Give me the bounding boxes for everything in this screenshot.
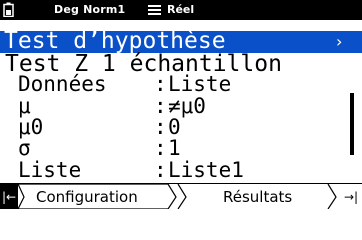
menu-title-selected[interactable]: Test d’hypothèse ›: [0, 28, 362, 54]
function-key-bar: |← Configuration Résultats →|: [0, 183, 362, 209]
tab-resultats[interactable]: Résultats: [176, 184, 337, 209]
scrollbar[interactable]: [350, 93, 354, 155]
param-value[interactable]: ≠μ0: [168, 95, 206, 117]
param-label: Liste: [18, 158, 82, 182]
param-label: Données: [18, 72, 107, 96]
menu-title: Test d’hypothèse: [4, 28, 226, 54]
param-row-mu[interactable]: μ : ≠μ0: [0, 95, 362, 117]
complex-mode: Réel: [167, 3, 195, 16]
fraction-format-icon: [148, 5, 161, 15]
battery-icon: [3, 2, 14, 17]
param-colon: :: [154, 136, 167, 160]
param-colon: :: [154, 158, 167, 182]
param-label: μ0: [18, 115, 44, 139]
param-value[interactable]: 0: [168, 116, 181, 138]
param-row-sigma[interactable]: σ : 1: [0, 137, 362, 159]
nav-last-icon[interactable]: →|: [340, 184, 362, 209]
param-label: σ: [18, 136, 31, 160]
param-row-mu0[interactable]: μ0 : 0: [0, 116, 362, 138]
param-row-liste[interactable]: Liste : Liste1: [0, 159, 362, 181]
param-value[interactable]: 1: [168, 137, 181, 159]
tab-configuration-label: Configuration: [36, 188, 138, 206]
param-colon: :: [154, 72, 167, 96]
param-row-donnees[interactable]: Données : Liste: [0, 73, 362, 95]
tab-resultats-label: Résultats: [223, 188, 293, 206]
calculator-screen: Deg Norm1 Réel Test d’hypothèse › Test Z…: [0, 0, 362, 209]
chevron-right-icon: ›: [336, 32, 343, 51]
tab-configuration[interactable]: Configuration: [18, 184, 178, 209]
param-label: μ: [18, 94, 31, 118]
param-value[interactable]: Liste1: [168, 159, 244, 181]
param-colon: :: [154, 115, 167, 139]
status-bar: Deg Norm1 Réel: [0, 0, 362, 20]
param-value[interactable]: Liste: [168, 73, 231, 95]
param-colon: :: [154, 94, 167, 118]
angle-display-mode: Deg Norm1: [54, 3, 126, 16]
nav-first-icon[interactable]: |←: [0, 184, 18, 209]
